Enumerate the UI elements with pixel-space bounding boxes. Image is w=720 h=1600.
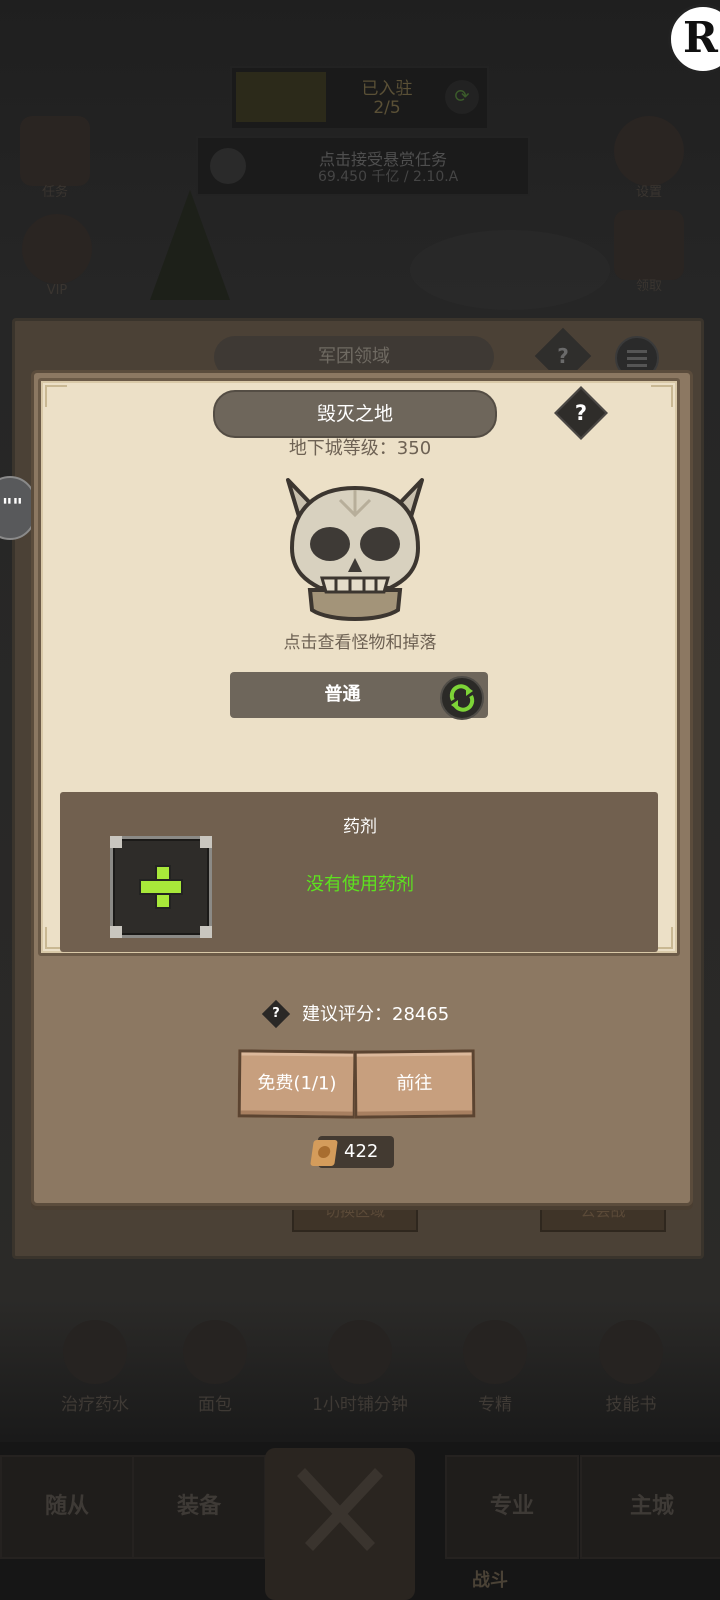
cloud-decoration [410, 230, 610, 310]
item-label: 专精 [478, 1395, 512, 1415]
question-icon: ? [574, 401, 588, 425]
tree-decoration [150, 190, 230, 300]
gear-icon: 设置 [614, 116, 684, 200]
potion-status: 没有使用药剂 [306, 874, 414, 895]
progress-fill [236, 72, 326, 122]
progress-label: 已入驻 [361, 79, 413, 99]
nav-tab-equipment: 装备 [132, 1455, 266, 1559]
task-banner: 点击接受悬赏任务 69.450 千亿 / 2.10.A [196, 136, 530, 196]
nav-tab-main-city: 主城 [580, 1455, 720, 1559]
dungeon-level: 地下城等级：350 [288, 438, 432, 459]
slot-corner [110, 836, 122, 848]
add-potion-slot[interactable] [110, 836, 212, 938]
item-heal-potion: 治疗药水 [40, 1320, 150, 1415]
nav-label: 随从 [44, 1494, 89, 1519]
rating-help-icon[interactable]: ? [261, 999, 291, 1029]
settings-label: 设置 [635, 185, 662, 200]
progress-value: 2/5 [373, 98, 401, 118]
dungeon-title: 毁灭之地 [213, 390, 497, 438]
quest-book-icon: 任务 [20, 116, 90, 200]
potion-icon [63, 1320, 127, 1384]
crossed-swords-icon [297, 1468, 383, 1551]
item-label: 治疗药水 [61, 1395, 129, 1415]
bread-icon [183, 1320, 247, 1384]
badge-letter: R [683, 13, 718, 62]
claim-label: 领取 [635, 279, 662, 294]
task-banner-sub: 69.450 千亿 / 2.10.A [318, 169, 459, 185]
scroll-currency: 422 [310, 1136, 394, 1168]
view-monsters-hint[interactable]: 点击查看怪物和掉落 [0, 628, 720, 653]
nav-tab-battle: 战斗 [265, 1448, 508, 1600]
scroll-icon [310, 1140, 338, 1166]
recruit-progress-box: 已入驻 2/5 ⟳ [230, 66, 489, 130]
vip-icon: VIP [22, 214, 92, 298]
slot-corner [110, 926, 122, 938]
book-stack-icon [328, 1320, 392, 1384]
refresh-icon: ⟳ [445, 80, 479, 114]
skill-book-icon [599, 1320, 663, 1384]
coin-icon [210, 148, 246, 184]
slot-corner [200, 926, 212, 938]
potion-title: 药剂 [343, 817, 377, 837]
go-button[interactable]: 前往 [353, 1049, 476, 1119]
quest-label: 任务 [41, 185, 68, 200]
item-timer: 1小时铺分钟 [300, 1320, 420, 1415]
question-icon: ? [272, 1006, 280, 1021]
scroll-count: 422 [344, 1141, 379, 1162]
chest-icon: 领取 [614, 210, 684, 294]
nav-tab-followers: 随从 [0, 1455, 134, 1559]
mastery-icon [463, 1320, 527, 1384]
nav-label: 主城 [629, 1494, 674, 1519]
item-bread: 面包 [160, 1320, 270, 1415]
free-sweep-button[interactable]: 免费(1/1) [237, 1049, 357, 1119]
item-skill-book: 技能书 [576, 1320, 686, 1415]
slot-corner [200, 836, 212, 848]
refresh-icon [449, 684, 475, 712]
nav-tab-profession: 专业 [445, 1455, 579, 1559]
difficulty-label: 普通 [324, 684, 361, 705]
vip-label: VIP [46, 283, 68, 298]
item-label: 面包 [198, 1395, 232, 1415]
refresh-button[interactable] [440, 676, 484, 720]
item-mastery: 专精 [440, 1320, 550, 1415]
dungeon-title-text: 毁灭之地 [316, 403, 393, 425]
item-label: 技能书 [605, 1395, 657, 1415]
item-label: 1小时铺分钟 [312, 1395, 408, 1415]
plus-icon-center [157, 881, 169, 893]
skull-icon[interactable] [280, 470, 430, 625]
nav-label: 专业 [489, 1494, 534, 1519]
side-tab-label: "" [2, 494, 23, 518]
nav-label: 战斗 [472, 1570, 508, 1591]
nav-label: 装备 [176, 1494, 221, 1519]
rating-text: 建议评分：28465 [302, 1004, 450, 1025]
